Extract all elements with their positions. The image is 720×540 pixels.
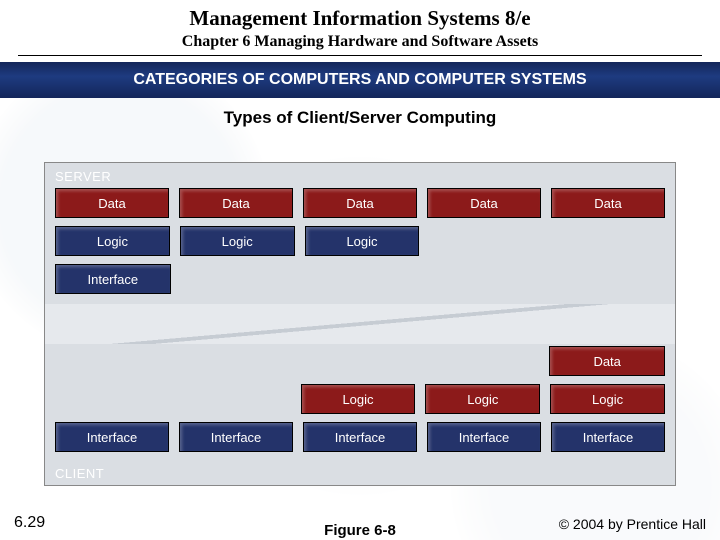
cell-empty: [551, 264, 665, 292]
cell: Logic: [550, 384, 665, 414]
row-client-logic: Logic Logic Logic: [45, 384, 675, 422]
figure: SERVER Data Data Data Data Data Logic Lo…: [44, 162, 676, 486]
cell: Interface: [55, 264, 171, 294]
cell: Logic: [301, 384, 416, 414]
client-label: CLIENT: [45, 460, 675, 485]
slide-subtitle: Types of Client/Server Computing: [0, 108, 720, 128]
cell-empty: [302, 346, 416, 374]
page-number: 6.29: [14, 514, 45, 532]
cell-empty: [304, 264, 418, 292]
cell: Interface: [427, 422, 541, 452]
chapter-title: Chapter 6 Managing Hardware and Software…: [0, 33, 720, 51]
server-client-divider: [45, 304, 675, 344]
divider: [18, 55, 702, 56]
cell: Data: [303, 188, 417, 218]
cell: Logic: [180, 226, 295, 256]
cell: Interface: [179, 422, 293, 452]
copyright: © 2004 by Prentice Hall: [559, 516, 706, 532]
server-label: SERVER: [45, 163, 675, 188]
row-server-logic: Logic Logic Logic: [45, 226, 675, 264]
row-server-data: Data Data Data Data Data: [45, 188, 675, 226]
cell-empty: [55, 346, 169, 374]
row-server-interface: Interface: [45, 264, 675, 302]
cell-empty: [426, 346, 540, 374]
cell-empty: [179, 346, 293, 374]
row-client-data: Data: [45, 346, 675, 384]
cell: Logic: [55, 226, 170, 256]
cell-empty: [552, 226, 665, 254]
cell: Interface: [55, 422, 169, 452]
cell: Data: [55, 188, 169, 218]
section-heading: CATEGORIES OF COMPUTERS AND COMPUTER SYS…: [0, 62, 720, 98]
row-client-interface: Interface Interface Interface Interface …: [45, 422, 675, 460]
cell-empty: [181, 264, 295, 292]
cell: Logic: [425, 384, 540, 414]
book-title: Management Information Systems 8/e: [0, 6, 720, 31]
cell: Data: [427, 188, 541, 218]
cell: Data: [551, 188, 665, 218]
cell-empty: [429, 226, 542, 254]
cell-empty: [428, 264, 542, 292]
cell: Logic: [305, 226, 420, 256]
cell-empty: [55, 384, 168, 412]
cell: Data: [549, 346, 665, 376]
cell: Interface: [303, 422, 417, 452]
cell: Data: [179, 188, 293, 218]
cell: Interface: [551, 422, 665, 452]
cell-empty: [178, 384, 291, 412]
